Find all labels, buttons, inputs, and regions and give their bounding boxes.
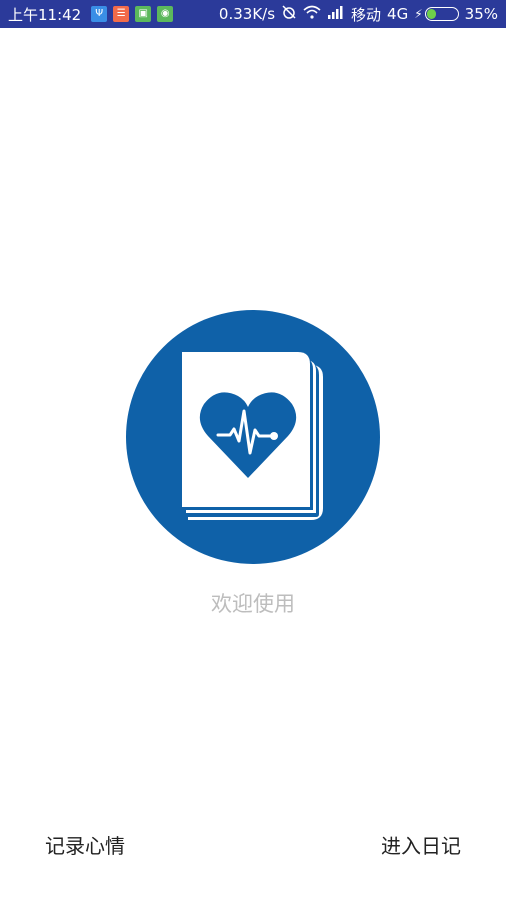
record-mood-button[interactable]: 记录心情 <box>45 830 125 859</box>
welcome-text: 欢迎使用 <box>211 592 295 616</box>
battery-percent: 35% <box>464 5 498 23</box>
usb-icon: Ψ <box>91 6 108 22</box>
health-diary-book-icon <box>126 310 380 564</box>
app-logo <box>126 310 380 564</box>
carrier-name: 移动 <box>351 5 382 24</box>
status-time: 上午11:42 <box>8 5 82 24</box>
signal-icon <box>327 5 345 23</box>
status-left: 上午11:42 Ψ ☰ ▣ ◉ <box>8 4 174 25</box>
wifi-icon <box>303 5 321 23</box>
alarm-off-icon <box>281 4 297 24</box>
network-type: 4G <box>387 5 409 23</box>
status-bar: 上午11:42 Ψ ☰ ▣ ◉ 0.33K/s 移动 4G ⚡ 35% <box>0 0 506 28</box>
status-right: 0.33K/s 移动 4G ⚡ 35% <box>219 4 498 25</box>
battery-fill <box>426 9 436 19</box>
android-icon: ◉ <box>157 6 174 22</box>
lock-app-icon: ▣ <box>135 6 152 22</box>
app-icon: ☰ <box>113 6 130 22</box>
battery-indicator: ⚡ <box>414 7 459 21</box>
battery-icon <box>424 7 459 21</box>
charging-icon: ⚡ <box>414 7 423 21</box>
enter-diary-button[interactable]: 进入日记 <box>381 830 461 859</box>
network-speed: 0.33K/s <box>218 5 276 23</box>
